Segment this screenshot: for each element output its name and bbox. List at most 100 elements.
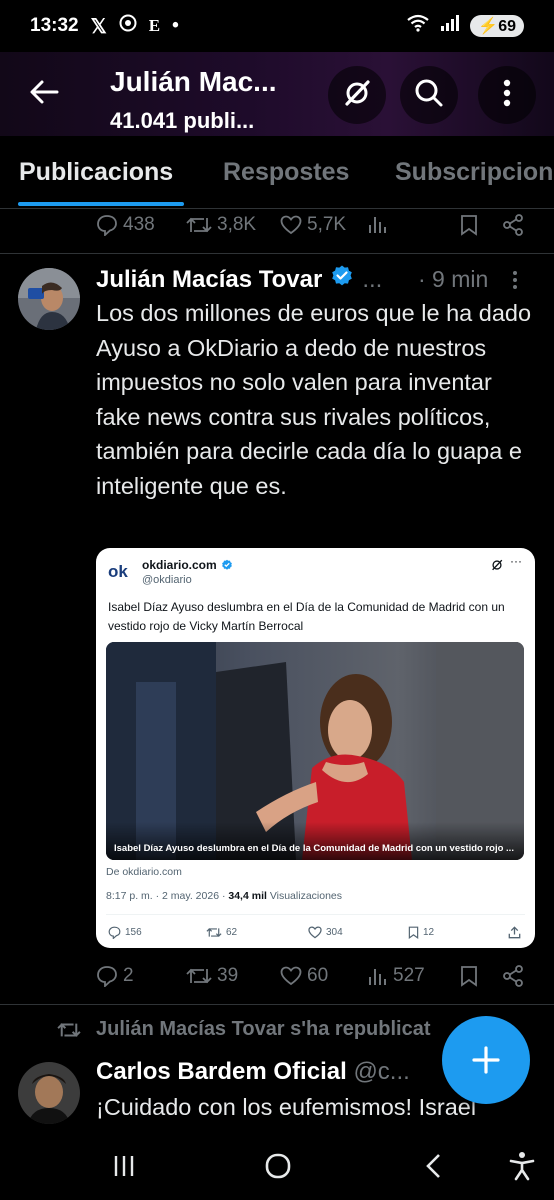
share-icon (503, 965, 523, 987)
quoted-source[interactable]: De okdiario.com (106, 866, 182, 878)
views-icon (369, 969, 386, 985)
quoted-author-name: okdiario.com (142, 558, 217, 572)
quoted-author-handle: @okdiario (142, 574, 192, 586)
quoted-post-card[interactable]: ok okdiario.com @okdiario ··· Isabel Día… (96, 548, 535, 948)
quoted-bookmark-button[interactable]: 12 (408, 926, 434, 939)
accessibility-icon (509, 1152, 535, 1181)
author-avatar[interactable] (18, 268, 80, 330)
card-divider (106, 914, 525, 915)
bookmark-icon (408, 926, 419, 939)
more-vertical-icon (513, 271, 517, 289)
post-text: Los dos millones de euros que le ha dado… (96, 300, 532, 499)
reply-button[interactable]: 438 (96, 214, 155, 236)
quoted-author: okdiario.com (142, 558, 233, 572)
repost-count: 39 (217, 965, 239, 986)
divider (0, 253, 554, 254)
author-name-ellipsis: ... (362, 265, 383, 293)
bookmark-button[interactable] (460, 214, 478, 236)
like-button[interactable]: 60 (280, 965, 328, 987)
tab-subscriptions[interactable]: Subscripcions (395, 158, 554, 187)
quoted-like-button[interactable]: 304 (308, 926, 343, 939)
e-notification-icon: E (148, 16, 161, 35)
wifi-icon (406, 14, 430, 38)
views-button[interactable]: 527 (368, 965, 425, 987)
battery-level: 69 (498, 18, 516, 35)
verified-badge-icon (221, 559, 232, 570)
home-button[interactable] (256, 1146, 300, 1186)
search-icon (414, 78, 444, 113)
more-notifications-dot: • (172, 15, 179, 36)
quoted-reply-count: 156 (125, 927, 142, 938)
bookmark-button[interactable] (460, 965, 478, 987)
share-icon (503, 214, 523, 236)
back-arrow-icon[interactable] (22, 70, 66, 114)
tab-posts[interactable]: Publicacions (19, 158, 173, 187)
plus-icon (472, 1046, 500, 1074)
repost-button[interactable]: 3,8K (186, 214, 256, 236)
heart-icon (308, 926, 322, 939)
views-icon (369, 217, 386, 233)
like-button[interactable]: 5,7K (280, 214, 346, 236)
back-button[interactable] (412, 1146, 456, 1186)
quoted-repost-count: 62 (226, 927, 238, 938)
next-post-author[interactable]: Carlos Bardem Oficial @c... (96, 1058, 410, 1086)
repost-icon (57, 1022, 81, 1037)
next-author-avatar[interactable] (18, 1062, 80, 1124)
recent-apps-icon (114, 1156, 134, 1176)
author-name: Julián Macías Tovar (96, 265, 323, 293)
verified-badge-icon (330, 264, 354, 295)
repost-icon (206, 928, 222, 937)
grok-icon (341, 77, 373, 114)
grok-button[interactable] (328, 66, 386, 124)
reply-button[interactable]: 2 (96, 965, 134, 987)
compose-post-button[interactable] (442, 1016, 530, 1104)
grok-icon[interactable] (490, 558, 504, 577)
repost-button[interactable]: 39 (186, 965, 238, 987)
quoted-views-count: 34,4 mil (228, 890, 267, 902)
heart-icon (280, 215, 302, 235)
quoted-more-button[interactable]: ··· (510, 554, 522, 568)
share-button[interactable] (502, 965, 524, 987)
divider (0, 1004, 554, 1005)
views-button[interactable] (368, 214, 388, 234)
status-bar: 13:32 𝕏 E • ⚡69 (0, 0, 554, 52)
reply-icon (97, 215, 117, 236)
quoted-like-count: 304 (326, 927, 343, 938)
quoted-post-image[interactable]: Isabel Díaz Ayuso deslumbra en el Día de… (106, 642, 524, 860)
search-button[interactable] (400, 66, 458, 124)
post-author[interactable]: Julián Macías Tovar ... (96, 264, 382, 295)
quoted-time-prefix: 8:17 p. m. · 2 may. 2026 · (106, 890, 229, 902)
post-more-button[interactable] (512, 270, 518, 295)
next-author-handle: @c... (353, 1058, 410, 1085)
upload-icon (508, 926, 521, 939)
post-time: · 9 min (418, 266, 489, 292)
reply-icon (108, 926, 121, 939)
quoted-post-text: Isabel Díaz Ayuso deslumbra en el Día de… (108, 600, 505, 633)
bookmark-icon (461, 966, 477, 987)
okdiario-logo: ok (108, 562, 128, 581)
more-options-button[interactable] (478, 66, 536, 124)
repost-icon (186, 968, 212, 984)
like-count: 60 (307, 965, 329, 986)
tab-replies[interactable]: Respostes (223, 158, 349, 187)
reply-icon (97, 966, 117, 987)
quoted-repost-button[interactable]: 62 (206, 926, 237, 939)
quoted-timestamp: 8:17 p. m. · 2 may. 2026 · 34,4 mil Visu… (106, 890, 342, 902)
repost-count: 3,8K (217, 214, 257, 235)
share-button[interactable] (502, 214, 524, 236)
recent-apps-button[interactable] (102, 1146, 146, 1186)
status-time: 13:32 (30, 15, 79, 36)
home-circle-icon (265, 1153, 291, 1179)
next-author-name: Carlos Bardem Oficial (96, 1058, 347, 1085)
profile-name-title: Julián Mac... (110, 66, 277, 97)
quoted-reply-button[interactable]: 156 (108, 926, 142, 939)
repost-notice: Julián Macías Tovar s'ha republicat (56, 1018, 431, 1041)
quoted-share-button[interactable] (508, 926, 521, 939)
battery-indicator: ⚡69 (470, 15, 524, 37)
repost-icon (186, 217, 212, 233)
next-post-text: ¡Cuidado con los eufemismos! Israel (96, 1094, 477, 1120)
post-count-subtitle: 41.041 publi... (110, 108, 255, 133)
accessibility-button[interactable] (500, 1146, 544, 1186)
active-tab-indicator (18, 202, 184, 206)
heart-icon (280, 966, 302, 986)
